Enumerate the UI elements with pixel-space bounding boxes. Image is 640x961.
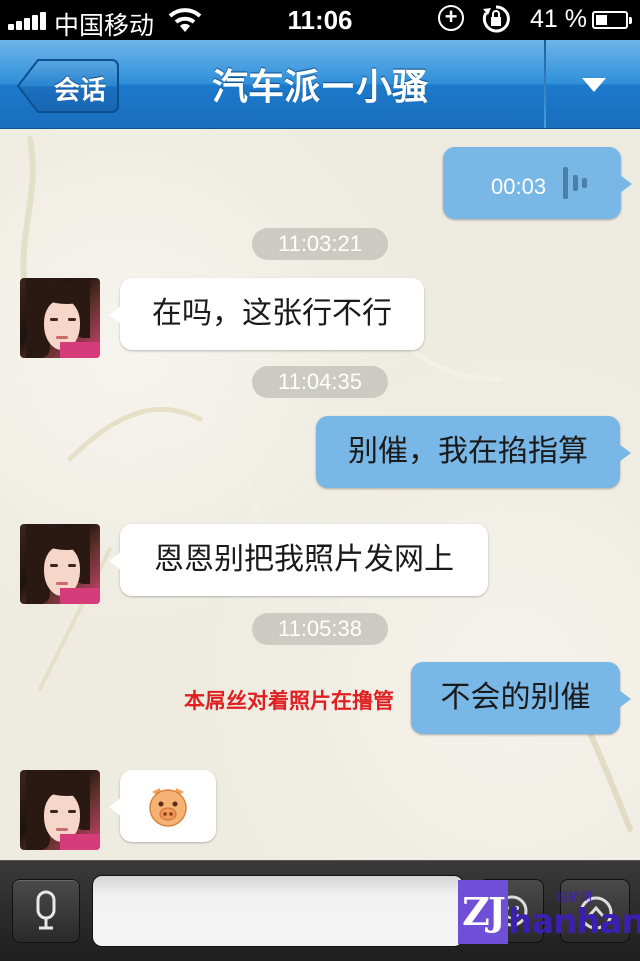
watermark-logo: ZJ xyxy=(458,880,508,944)
pig-face-icon xyxy=(149,788,187,827)
page-title: 汽车派ー小骚 xyxy=(211,67,428,108)
red-annotation: 本屌丝对着照片在撸管 xyxy=(184,689,394,713)
message-input[interactable] xyxy=(92,875,464,947)
back-button[interactable]: 会话 xyxy=(16,58,120,114)
status-bar: 中国移动 11:06 + 41 % xyxy=(0,0,640,40)
message-timestamp: 11:03:21 xyxy=(252,228,388,260)
navigation-bar: 会话 汽车派ー小骚 xyxy=(0,40,640,129)
menu-dropdown-button[interactable] xyxy=(546,40,640,128)
microphone-icon xyxy=(36,890,56,930)
message-timestamp: 11:04:35 xyxy=(252,366,388,398)
voice-duration: 00:03 xyxy=(491,174,547,199)
watermark-text: hanhang xyxy=(508,902,640,942)
voice-message-bubble[interactable]: 00:03 xyxy=(443,147,632,219)
avatar[interactable] xyxy=(20,770,100,850)
message-text: 别催，我在掐指算 xyxy=(348,434,588,469)
incoming-emoji-message[interactable] xyxy=(109,770,216,842)
outgoing-message[interactable]: 别催，我在掐指算 xyxy=(316,416,631,488)
watermark-small-text: 追航网 xyxy=(556,890,593,904)
battery-percent: 41 % xyxy=(530,5,587,33)
incoming-message[interactable]: 在吗，这张行不行 xyxy=(109,278,424,350)
message-text: 不会的别催 xyxy=(440,680,591,715)
voice-input-button[interactable] xyxy=(12,879,80,943)
message-text: 恩恩别把我照片发网上 xyxy=(154,542,454,577)
plus-circle-icon: + xyxy=(438,5,464,31)
back-button-label: 会话 xyxy=(53,76,106,106)
triangle-down-icon xyxy=(582,78,606,92)
rotation-lock-icon xyxy=(482,5,510,33)
voice-wave-icon xyxy=(563,167,587,199)
incoming-message[interactable]: 恩恩别把我照片发网上 xyxy=(109,524,488,596)
chat-area[interactable]: 00:03 11:03:21 在吗，这张行不行 11:04:35 别催，我在掐指… xyxy=(0,129,640,860)
avatar[interactable] xyxy=(20,524,100,604)
message-text: 在吗，这张行不行 xyxy=(152,296,392,331)
outgoing-message[interactable]: 不会的别催 xyxy=(411,662,631,734)
avatar[interactable] xyxy=(20,278,100,358)
battery-icon xyxy=(592,11,632,29)
message-timestamp: 11:05:38 xyxy=(252,613,388,645)
